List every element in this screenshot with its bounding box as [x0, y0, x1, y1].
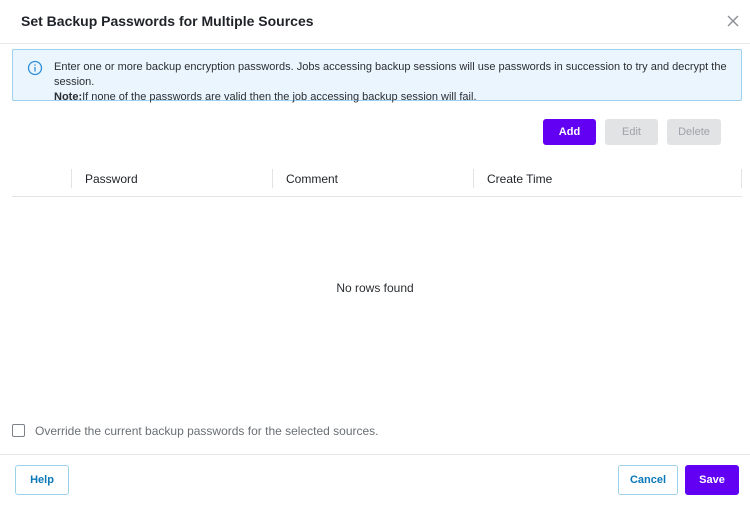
help-button[interactable]: Help: [15, 465, 69, 495]
note-text: If none of the passwords are valid then …: [82, 91, 477, 103]
edit-button[interactable]: Edit: [605, 119, 658, 145]
column-header-password[interactable]: Password: [85, 172, 138, 186]
column-separator: [473, 169, 474, 188]
dialog-header: Set Backup Passwords for Multiple Source…: [0, 0, 750, 44]
column-separator: [71, 169, 72, 188]
dialog-title: Set Backup Passwords for Multiple Source…: [21, 13, 314, 29]
footer-divider: [0, 454, 750, 455]
cancel-button[interactable]: Cancel: [618, 465, 678, 495]
override-checkbox[interactable]: [12, 424, 25, 437]
delete-button[interactable]: Delete: [667, 119, 721, 145]
empty-table-message: No rows found: [336, 281, 414, 295]
table-header: Password Comment Create Time: [12, 167, 742, 197]
info-note: Note:If none of the passwords are valid …: [54, 90, 734, 105]
column-separator: [741, 169, 742, 188]
info-icon: [27, 60, 43, 76]
column-separator: [272, 169, 273, 188]
note-label: Note:: [54, 91, 83, 103]
info-banner: Enter one or more backup encryption pass…: [12, 49, 742, 103]
backup-passwords-dialog: Set Backup Passwords for Multiple Source…: [0, 0, 750, 505]
override-label[interactable]: Override the current backup passwords fo…: [35, 424, 379, 438]
close-icon[interactable]: [724, 12, 742, 30]
info-line1: Enter one or more backup encryption pass…: [54, 61, 727, 88]
column-header-comment[interactable]: Comment: [286, 172, 338, 186]
save-button[interactable]: Save: [685, 465, 739, 495]
add-button[interactable]: Add: [543, 119, 596, 145]
info-text: Enter one or more backup encryption pass…: [54, 60, 734, 105]
column-header-create-time[interactable]: Create Time: [487, 172, 552, 186]
